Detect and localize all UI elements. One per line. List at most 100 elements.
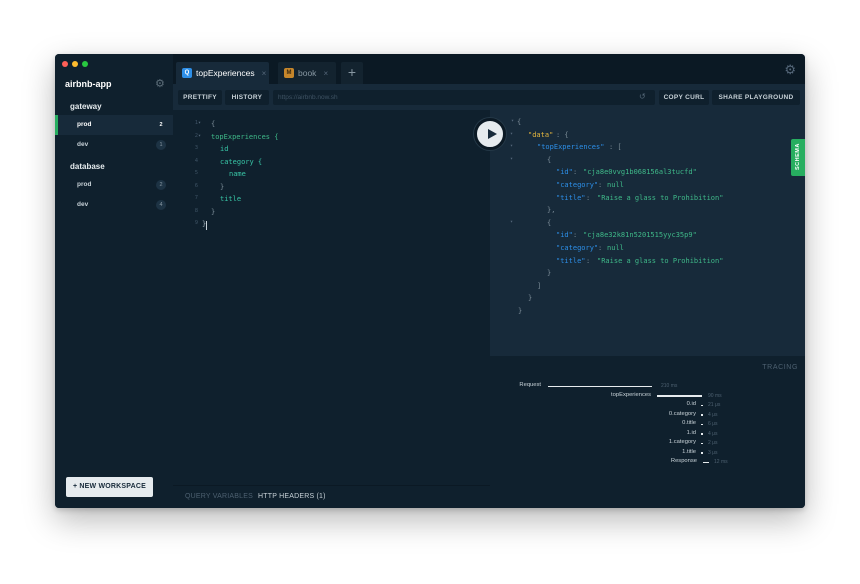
add-tab-button[interactable]: + — [341, 62, 363, 84]
fold-arrow-icon[interactable]: ▾ — [198, 133, 201, 139]
trace-duration: 3 μs — [708, 449, 718, 456]
result-viewer: ▾{ ▾ "data": { ▾ "topExperiences": [ ▾{ "i… — [490, 110, 805, 356]
endpoint-url-input[interactable] — [273, 90, 655, 105]
line-number: 6 — [194, 182, 198, 189]
reload-schema-icon[interactable]: ↺ — [639, 92, 646, 101]
line-number: 1 — [194, 120, 198, 126]
trace-duration: 2 μs — [708, 440, 718, 446]
schema-tab[interactable]: SCHEMA — [791, 139, 805, 176]
app-settings-gear-icon[interactable]: ⚙ — [155, 79, 165, 90]
json-key: "data" — [528, 130, 554, 139]
trace-row: topExperiences 90 ms — [490, 392, 805, 402]
close-tab-icon[interactable]: × — [323, 69, 328, 78]
trace-duration: 210 ms — [661, 383, 678, 389]
toolbar: PRETTIFY HISTORY ↺ COPY CURL SHARE PLAYG… — [173, 84, 805, 110]
tab-book[interactable]: M book × — [278, 62, 336, 84]
trace-row: 1.id 4 μs — [490, 430, 805, 440]
json-string: "cja8e32k81n5201515yyc35p9" — [583, 231, 697, 240]
trace-row: 0.title 6 μs — [490, 420, 805, 430]
trace-label: Request — [519, 382, 541, 388]
json-brace: { — [547, 155, 552, 164]
trace-row: Response 12 ms — [490, 458, 805, 468]
playground-window: airbnb-app ⚙ gateway prod 2 dev 1 databa… — [55, 54, 805, 508]
code-text: topExperiences { — [211, 132, 279, 141]
close-tab-icon[interactable]: × — [262, 69, 267, 78]
query-editor[interactable]: 1 ▾{ 2 ▾ topExperiences { 3 id 4 category { 5… — [173, 110, 490, 485]
line-number: 5 — [194, 170, 198, 176]
bottom-panel-bar: QUERY VARIABLES HTTP HEADERS (1) — [173, 485, 490, 508]
fold-arrow-icon[interactable]: ▾ — [510, 131, 513, 137]
trace-label: 0.id — [686, 401, 696, 407]
tab-label: book — [298, 68, 317, 78]
http-headers-tab[interactable]: HTTP HEADERS (1) — [258, 493, 326, 500]
trace-row: 1.category 2 μs — [490, 439, 805, 449]
code-text: name — [229, 170, 246, 178]
schema-label: SCHEMA — [795, 143, 801, 170]
trace-label: 0.title — [682, 420, 696, 426]
line-number: 3 — [194, 145, 198, 151]
json-key: "topExperiences" — [537, 143, 605, 152]
fold-arrow-icon[interactable]: ▾ — [510, 143, 513, 149]
new-workspace-button[interactable]: + NEW WORKSPACE — [66, 477, 153, 497]
trace-bar — [701, 404, 703, 406]
code-text: id — [220, 145, 229, 153]
trace-row: 0.id 21 μs — [490, 401, 805, 411]
app-title: airbnb-app — [65, 79, 112, 89]
tab-label: topExperiences — [196, 68, 255, 78]
json-brace: } — [528, 294, 533, 303]
settings-gear-icon[interactable]: ⚙ — [784, 62, 796, 78]
trace-bar — [701, 452, 703, 454]
tab-topexperiences[interactable]: Q topExperiences × — [176, 62, 269, 84]
share-playground-button[interactable]: SHARE PLAYGROUND — [712, 90, 800, 105]
json-null: null — [607, 243, 624, 252]
sidebar-item-database-prod[interactable]: prod 2 — [55, 175, 173, 195]
fold-arrow-icon[interactable]: ▾ — [198, 120, 201, 126]
json-brace: { — [547, 218, 552, 227]
minimize-window-button[interactable] — [72, 61, 78, 67]
json-brace: } — [547, 269, 552, 278]
window-controls — [62, 61, 88, 67]
trace-label: 1.category — [668, 439, 696, 445]
history-button[interactable]: HISTORY — [225, 90, 269, 105]
env-count-badge: 4 — [156, 200, 166, 210]
code-text: } — [211, 207, 216, 216]
fold-arrow-icon[interactable]: ▾ — [510, 156, 513, 162]
line-number: 2 — [194, 132, 198, 139]
sidebar-item-database-dev[interactable]: dev 4 — [55, 195, 173, 215]
sidebar: airbnb-app ⚙ gateway prod 2 dev 1 databa… — [55, 54, 173, 508]
prettify-button[interactable]: PRETTIFY — [178, 90, 222, 105]
trace-bar — [703, 461, 709, 463]
env-name: prod — [77, 181, 92, 188]
trace-duration: 90 ms — [708, 392, 722, 399]
close-window-button[interactable] — [62, 61, 68, 67]
json-punct: : — [586, 256, 591, 265]
query-variables-tab[interactable]: QUERY VARIABLES — [185, 493, 253, 500]
trace-label: Response — [670, 458, 697, 464]
json-punct: : — [573, 168, 578, 177]
json-string: "Raise a glass to Prohibition" — [597, 193, 724, 202]
env-name: dev — [77, 141, 89, 148]
execute-query-play-button[interactable] — [474, 118, 506, 150]
copy-curl-button[interactable]: COPY CURL — [659, 90, 709, 105]
trace-bar — [548, 385, 652, 387]
fold-arrow-icon[interactable]: ▾ — [510, 219, 513, 225]
tracing-panel: TRACING Request 210 ms topExperiences 90… — [490, 356, 805, 508]
line-number: 7 — [194, 195, 198, 201]
trace-row: Request 210 ms — [490, 382, 805, 392]
group-label-database: database — [70, 162, 105, 171]
mutation-badge: M — [284, 68, 294, 78]
env-name: prod — [77, 121, 92, 128]
trace-row: 0.category 4 μs — [490, 411, 805, 421]
json-brace: { — [517, 118, 522, 126]
code-text: title — [220, 195, 242, 203]
json-null: null — [607, 180, 624, 189]
group-label-gateway: gateway — [70, 102, 102, 111]
line-number: 9 — [194, 220, 198, 226]
trace-bar — [657, 395, 702, 397]
fold-arrow-icon[interactable]: ▾ — [511, 118, 514, 124]
code-text: { — [211, 120, 216, 128]
maximize-window-button[interactable] — [82, 61, 88, 67]
json-string: "Raise a glass to Prohibition" — [597, 256, 724, 265]
sidebar-item-gateway-prod[interactable]: prod 2 — [55, 115, 173, 135]
sidebar-item-gateway-dev[interactable]: dev 1 — [55, 135, 173, 155]
